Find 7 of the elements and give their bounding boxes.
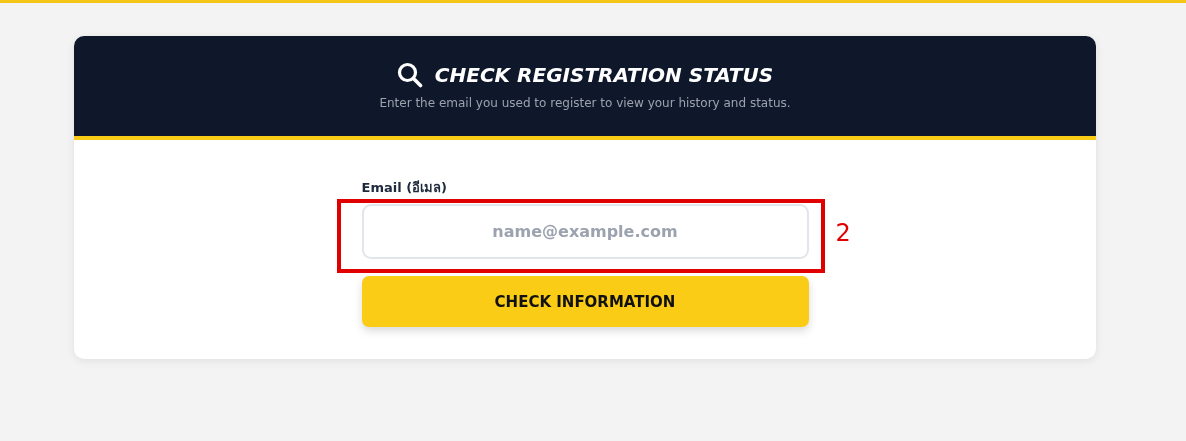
header-subtitle: Enter the email you used to register to view your history and status. — [379, 96, 791, 110]
check-button[interactable]: CHECK INFORMATION — [361, 276, 809, 327]
header-title: CHECK REGISTRATION STATUS — [434, 63, 774, 87]
email-field[interactable]: name@example.com — [361, 204, 809, 259]
search-icon — [396, 62, 423, 88]
field-label: Email (อีเมล) — [361, 179, 449, 197]
annotation-label: 2 — [835, 219, 851, 247]
